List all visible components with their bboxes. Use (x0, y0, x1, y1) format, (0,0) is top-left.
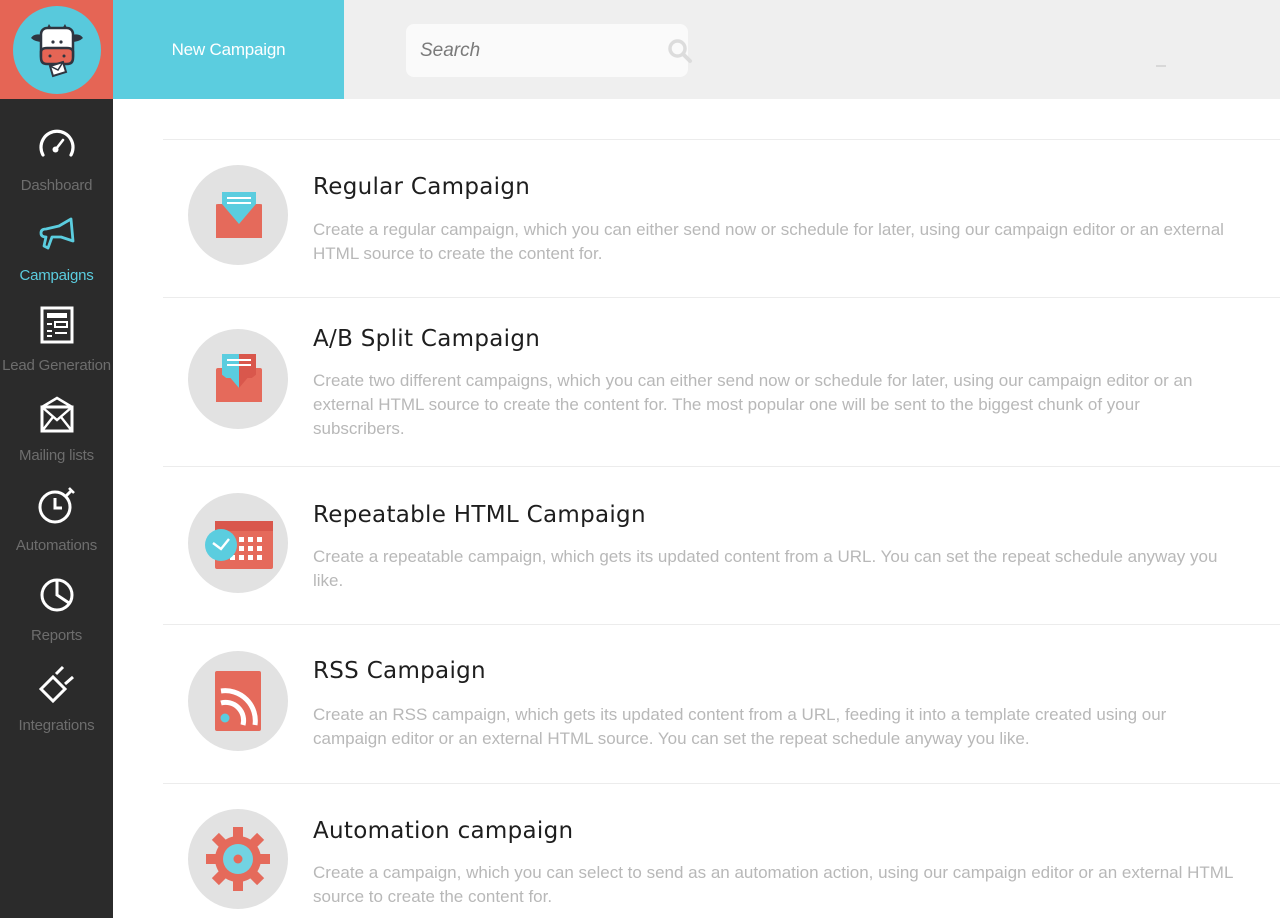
megaphone-icon (37, 215, 77, 255)
gear-icon (188, 809, 288, 909)
rss-icon (188, 651, 288, 751)
sidebar-item-mailing-lists[interactable]: Mailing lists (0, 369, 113, 459)
campaign-description: Create two different campaigns, which yo… (313, 369, 1233, 441)
campaign-title: RSS Campaign (313, 658, 486, 684)
gauge-icon (37, 125, 77, 165)
new-campaign-label: New Campaign (172, 40, 286, 60)
campaign-type-list: Regular Campaign Create a regular campai… (113, 99, 1280, 918)
top-bar (344, 0, 1280, 99)
campaign-title: Regular Campaign (313, 174, 530, 200)
sidebar-item-integrations[interactable]: Integrations (0, 639, 113, 729)
sidebar-item-reports[interactable]: Reports (0, 549, 113, 639)
campaign-option-ab-split[interactable]: A/B Split Campaign Create two different … (163, 297, 1280, 466)
search-icon[interactable] (667, 37, 693, 65)
cow-logo-icon (13, 6, 101, 94)
campaign-title: Automation campaign (313, 818, 573, 844)
sidebar-item-campaigns[interactable]: Campaigns (0, 189, 113, 279)
campaign-title: A/B Split Campaign (313, 326, 540, 352)
campaign-description: Create a repeatable campaign, which gets… (313, 545, 1233, 593)
sidebar: Dashboard Campaigns Lead Generation (0, 99, 113, 918)
calendar-clock-icon (188, 493, 288, 593)
campaign-description: Create a regular campaign, which you can… (313, 218, 1233, 266)
envelope-open-icon (188, 165, 288, 265)
plug-icon (37, 665, 77, 705)
split-envelope-icon (188, 329, 288, 429)
topbar-divider (1156, 65, 1166, 67)
new-campaign-button[interactable]: New Campaign (113, 0, 344, 99)
sidebar-item-lead-generation[interactable]: Lead Generation (0, 279, 113, 369)
campaign-description: Create a campaign, which you can select … (313, 861, 1233, 909)
campaign-description: Create an RSS campaign, which gets its u… (313, 703, 1233, 751)
sidebar-label-integrations: Integrations (19, 717, 95, 734)
search-input[interactable] (420, 40, 667, 62)
logo[interactable] (0, 0, 113, 99)
form-icon (37, 305, 77, 345)
sidebar-item-automations[interactable]: Automations (0, 459, 113, 549)
campaign-option-regular[interactable]: Regular Campaign Create a regular campai… (163, 139, 1280, 297)
envelope-icon (37, 395, 77, 435)
search-box (406, 24, 688, 77)
pie-chart-icon (37, 575, 77, 615)
campaign-title: Repeatable HTML Campaign (313, 502, 646, 528)
sidebar-item-dashboard[interactable]: Dashboard (0, 99, 113, 189)
stopwatch-icon (37, 485, 77, 525)
campaign-option-rss[interactable]: RSS Campaign Create an RSS campaign, whi… (163, 624, 1280, 783)
campaign-option-automation[interactable]: Automation campaign Create a campaign, w… (163, 783, 1280, 923)
campaign-option-repeatable-html[interactable]: Repeatable HTML Campaign Create a repeat… (163, 466, 1280, 624)
